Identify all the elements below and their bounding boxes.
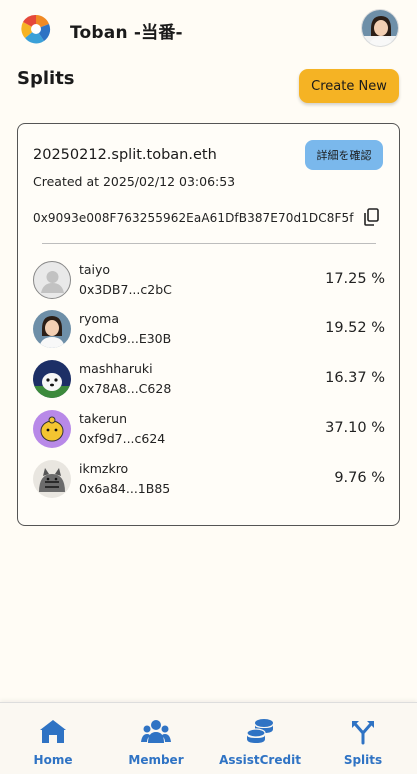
member-name: ikmzkro (79, 461, 129, 476)
members-icon (141, 720, 171, 743)
nav-label: Member (128, 753, 184, 767)
split-address: 0x9093e008F763255962EaA61DfB387E70d1DC8F… (33, 211, 354, 225)
split-card: 20250212.split.toban.eth 詳細を確認 Created a… (17, 123, 400, 526)
view-details-button[interactable]: 詳細を確認 (305, 140, 383, 170)
member-percent: 17.25 % (325, 271, 385, 287)
member-address: 0x78A8...C628 (79, 381, 172, 396)
member-row: takerun 0xf9d7...c624 37.10 % (33, 410, 385, 450)
nav-label: AssistCredit (219, 753, 301, 767)
member-row: ikmzkro 0x6a84...1B85 9.76 % (33, 460, 385, 500)
member-address: 0xf9d7...c624 (79, 431, 166, 446)
member-avatar (33, 310, 71, 348)
nav-item-splits[interactable]: Splits (336, 703, 390, 774)
member-name: mashharuki (79, 361, 153, 376)
toban-logo-icon[interactable] (20, 13, 52, 45)
split-icon (352, 721, 374, 745)
member-row: ryoma 0xdCb9...E30B 19.52 % (33, 310, 385, 350)
member-percent: 9.76 % (334, 470, 385, 486)
avatar-default (33, 261, 71, 299)
split-name: 20250212.split.toban.eth (33, 147, 217, 163)
member-row: mashharuki 0x78A8...C628 16.37 % (33, 360, 385, 400)
member-name: ryoma (79, 311, 120, 326)
app-title: Toban -当番- (70, 23, 183, 43)
member-percent: 16.37 % (325, 370, 385, 386)
member-avatar (33, 410, 71, 448)
bottom-nav: Home Member AssistCredit Splits (0, 702, 417, 774)
coins-icon (246, 719, 273, 743)
member-avatar (33, 360, 71, 398)
nav-item-home[interactable]: Home (20, 703, 86, 774)
nav-item-assistcredit[interactable]: AssistCredit (218, 703, 302, 774)
member-percent: 37.10 % (325, 420, 385, 436)
nav-label: Home (33, 753, 73, 767)
member-name: taiyo (79, 262, 111, 277)
create-new-button[interactable]: Create New (299, 69, 399, 103)
nav-item-member[interactable]: Member (120, 703, 192, 774)
divider (42, 243, 376, 244)
user-avatar[interactable] (361, 9, 399, 47)
member-address: 0x6a84...1B85 (79, 481, 171, 496)
member-address: 0x3DB7...c2bC (79, 282, 172, 297)
member-name: takerun (79, 411, 128, 426)
page-title: Splits (17, 68, 75, 89)
member-avatar (33, 460, 71, 498)
nav-label: Splits (343, 753, 383, 767)
app-header: Toban -当番- (0, 0, 417, 60)
member-percent: 19.52 % (325, 320, 385, 336)
home-icon (40, 720, 66, 743)
member-row: taiyo 0x3DB7...c2bC 17.25 % (33, 261, 385, 301)
copy-icon[interactable] (363, 208, 379, 226)
member-address: 0xdCb9...E30B (79, 331, 172, 346)
created-at: Created at 2025/02/12 03:06:53 (33, 174, 236, 189)
